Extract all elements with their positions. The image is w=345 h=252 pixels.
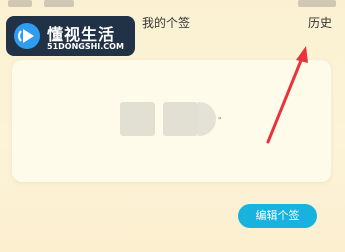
annotation-arrow-icon [266, 46, 308, 144]
